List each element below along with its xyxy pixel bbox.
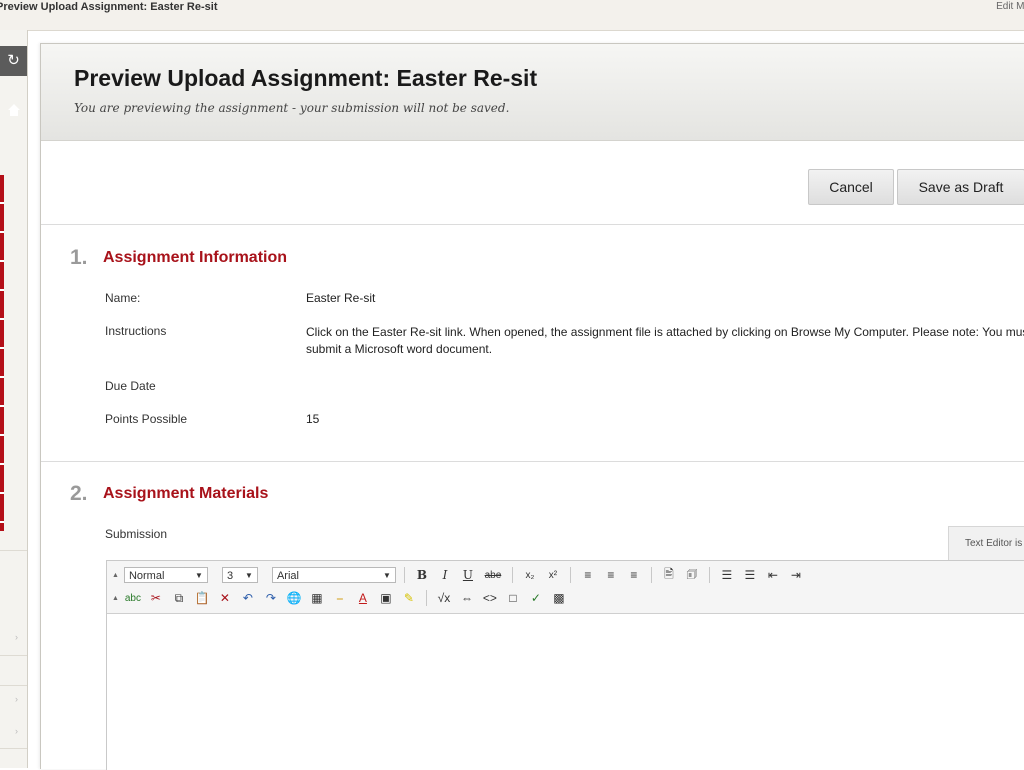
toolbar-separator [403,567,405,583]
due-date-label: Due Date [105,379,156,393]
editor-text-area[interactable] [107,614,1024,770]
outdent-icon[interactable]: ⇤ [764,568,782,582]
bold-icon[interactable]: B [413,568,431,582]
section-title-assignment-information: Assignment Information [103,249,288,266]
menu-divider [0,550,27,551]
underline-icon[interactable]: U [459,568,477,582]
breadcrumb: Preview Upload Assignment: Easter Re-sit [0,1,218,13]
cancel-button[interactable]: Cancel [808,169,894,205]
points-possible-value: 15 [306,412,320,426]
course-menu-items[interactable] [0,175,4,531]
attach-file-icon[interactable]: ▩ [550,591,568,605]
submission-label: Submission [105,527,168,541]
find-icon[interactable]: 🖹 [660,565,678,586]
menu-divider [0,685,27,686]
paste-icon[interactable]: 📋 [193,591,211,605]
indent-icon[interactable]: ⇥ [787,568,805,582]
format-select[interactable]: Normal ▼ [123,567,208,583]
highlight-icon[interactable]: ✎ [400,591,418,605]
instructions-value: Click on the Easter Re-sit link. When op… [306,325,1024,356]
toolbar-separator [708,567,710,583]
insert-link-icon[interactable]: 🌐 [285,591,303,605]
menu-divider [0,748,27,749]
text-editor-info-tab[interactable]: Text Editor is [948,526,1024,560]
edit-mode-toggle[interactable]: Edit Mo [996,1,1024,12]
align-right-icon[interactable]: ≡ [625,568,643,582]
align-left-icon[interactable]: ≡ [579,568,597,582]
points-possible-label: Points Possible [105,412,188,426]
toolbar-separator [650,567,652,583]
font-size-select[interactable]: 3 ▼ [221,567,258,583]
page-title: Preview Upload Assignment: Easter Re-sit [74,65,538,91]
mashup-icon[interactable]: ✓ [527,591,545,605]
chevron-down-icon: ▼ [195,571,203,580]
text-editor: ▲ Normal ▼ 3 ▼ Arial ▼ B I U abe x₂ x² ≡ ≡ … [106,560,1024,770]
preview-icon[interactable]: □ [504,591,522,605]
section-number: 1. [70,246,88,269]
toolbar-row-1: ▲ Normal ▼ 3 ▼ Arial ▼ B I U abe x₂ x² ≡ ≡ … [112,565,805,585]
chevron-down-icon: ▼ [383,571,391,580]
html-icon[interactable]: <> [481,591,499,605]
page-subtitle: You are previewing the assignment - your… [74,101,510,115]
refresh-icon[interactable]: ↻ [0,46,27,76]
toolbar-row-2: ▲ abc ✂ ⧉ 📋 ✕ ↶ ↷ 🌐 ▦ ⎯ A ▣ ✎ √x ⇔ <> □ … [112,588,568,608]
font-size-select-value: 3 [226,570,234,582]
chevron-right-icon[interactable]: › [15,726,18,736]
action-bar: Cancel Save as Draft [41,141,1024,225]
toolbar-separator [425,590,427,606]
collapse-toolbar-icon[interactable]: ▲ [112,572,119,579]
top-bar: Preview Upload Assignment: Easter Re-sit… [0,0,1024,31]
format-select-value: Normal [128,570,165,582]
insert-line-icon[interactable]: ⎯ [331,591,349,606]
background-color-icon[interactable]: ▣ [377,591,395,605]
editor-toolbar: ▲ Normal ▼ 3 ▼ Arial ▼ B I U abe x₂ x² ≡ ≡ … [107,561,1024,614]
chevron-down-icon: ▼ [245,571,253,580]
page-header: Preview Upload Assignment: Easter Re-sit… [41,44,1024,141]
toolbar-separator [511,567,513,583]
undo-icon[interactable]: ↶ [239,591,257,605]
italic-icon[interactable]: I [436,568,454,582]
save-as-draft-button[interactable]: Save as Draft [897,169,1024,205]
toolbar-separator [569,567,571,583]
source-code-icon[interactable]: ⇔ [458,591,476,605]
align-center-icon[interactable]: ≡ [602,568,620,582]
font-family-select-value: Arial [276,570,299,582]
section-divider [41,461,1024,462]
bullet-list-icon[interactable]: ☰ [741,568,759,582]
chevron-right-icon[interactable]: › [15,632,18,642]
superscript-icon[interactable]: x² [544,570,562,581]
strikethrough-icon[interactable]: abe [482,570,504,581]
menu-divider [0,655,27,656]
home-icon[interactable] [0,96,27,126]
math-icon[interactable]: √x [435,591,453,605]
name-value: Easter Re-sit [306,291,376,305]
redo-icon[interactable]: ↷ [262,591,280,605]
instructions-label: Instructions [105,324,167,338]
numbered-list-icon[interactable]: ☰ [718,568,736,582]
course-menu-strip: ↻ › › › [0,30,28,768]
section-title-assignment-materials: Assignment Materials [103,485,269,502]
chevron-right-icon[interactable]: › [15,694,18,704]
section-number: 2. [70,482,88,505]
cut-icon[interactable]: ✂ [147,591,165,605]
name-label: Name: [105,291,141,305]
clear-formatting-icon[interactable]: ✕ [216,591,234,605]
content-panel: Preview Upload Assignment: Easter Re-sit… [40,43,1024,770]
spellcheck-icon[interactable]: abc [124,593,142,604]
insert-table-icon[interactable]: ▦ [308,591,326,605]
collapse-toolbar-icon[interactable]: ▲ [112,595,119,602]
replace-icon[interactable]: 🗊 [683,565,701,586]
copy-icon[interactable]: ⧉ [170,591,188,606]
text-color-icon[interactable]: A [354,591,372,605]
font-family-select[interactable]: Arial ▼ [271,567,396,583]
subscript-icon[interactable]: x₂ [521,570,539,581]
